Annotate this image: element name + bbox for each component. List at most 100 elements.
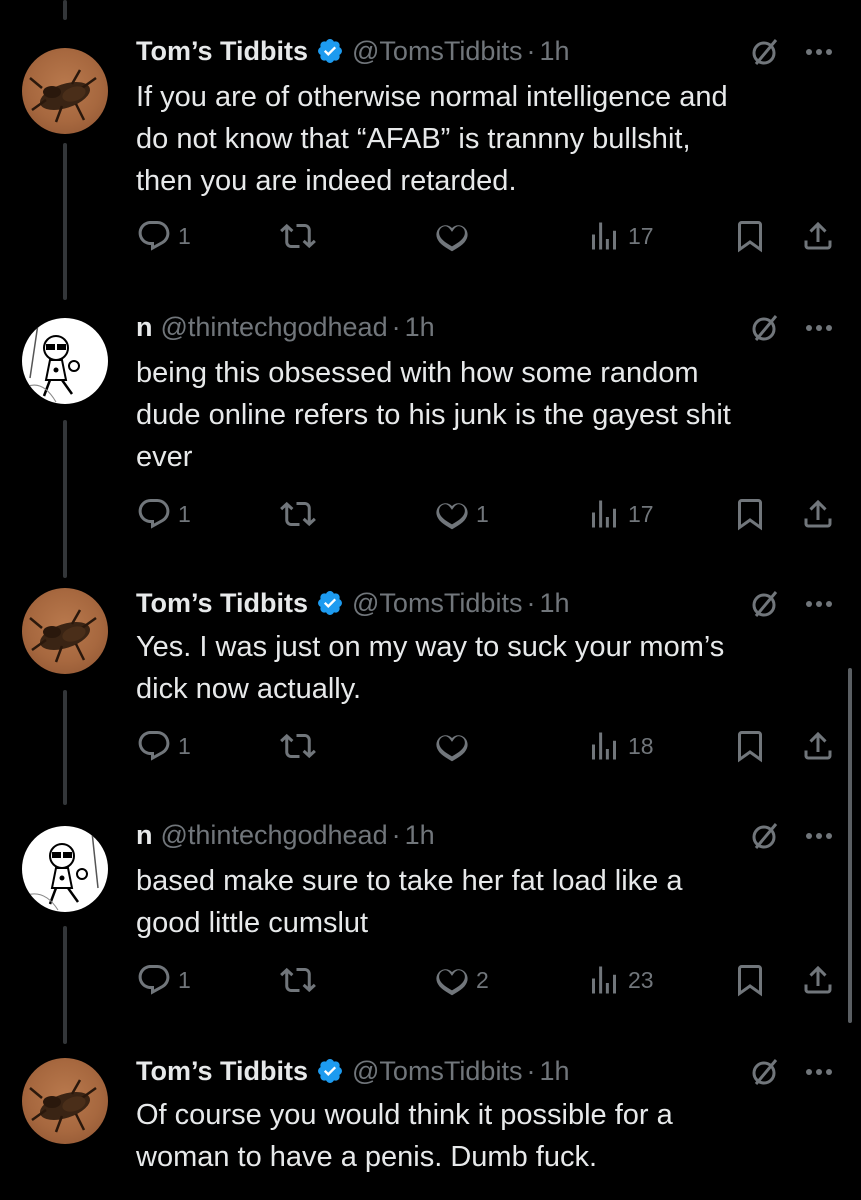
tweet[interactable]: n @thintechgodhead · 1h being this obses…	[0, 304, 861, 544]
reply-icon	[138, 731, 170, 761]
display-name[interactable]: Tom’s Tidbits	[136, 36, 308, 67]
bookmark-icon	[738, 221, 762, 253]
bookmark-button[interactable]	[732, 960, 768, 1000]
tweet[interactable]: Tom’s Tidbits @TomsTidbits · 1h Of cours…	[0, 1048, 861, 1200]
share-button[interactable]	[800, 216, 836, 256]
retweet-button[interactable]	[280, 960, 316, 1000]
retweet-button[interactable]	[280, 726, 316, 766]
grok-icon[interactable]	[748, 820, 780, 852]
reply-button[interactable]: 1	[136, 216, 191, 256]
more-dots-icon[interactable]	[800, 1056, 838, 1086]
reply-icon	[138, 499, 170, 529]
share-icon	[804, 221, 832, 250]
views-count: 23	[628, 966, 654, 993]
separator-dot: ·	[391, 311, 401, 342]
bookmark-icon	[738, 499, 762, 531]
like-button[interactable]	[434, 726, 470, 766]
handle[interactable]: @TomsTidbits	[352, 36, 522, 67]
verified-badge-icon[interactable]	[316, 37, 344, 65]
avatar[interactable]	[22, 1058, 108, 1144]
views-button[interactable]: 17	[586, 494, 654, 534]
bookmark-button[interactable]	[732, 494, 768, 534]
handle[interactable]: @thintechgodhead	[161, 820, 388, 851]
avatar[interactable]	[22, 48, 108, 134]
tweet-text-line: Yes. I was just on my way to suck your m…	[136, 631, 725, 663]
reply-count: 1	[178, 732, 191, 759]
share-button[interactable]	[800, 494, 836, 534]
handle[interactable]: @TomsTidbits	[352, 1056, 522, 1087]
bug-avatar-image	[29, 1079, 97, 1133]
share-button[interactable]	[800, 726, 836, 766]
tweet-text-line: based make sure to take her fat load lik…	[136, 865, 683, 897]
bookmark-button[interactable]	[732, 726, 768, 766]
like-icon	[436, 969, 468, 996]
display-name[interactable]: n	[136, 312, 153, 343]
reply-icon	[138, 221, 170, 251]
handle[interactable]: @thintechgodhead	[161, 312, 388, 343]
timestamp[interactable]: 1h	[539, 1056, 569, 1087]
action-bar: 1 2 23	[0, 960, 861, 1000]
tweet-text-line: Of course you would think it possible fo…	[136, 1099, 673, 1131]
views-button[interactable]: 18	[586, 726, 654, 766]
action-bar: 1 1 17	[0, 494, 861, 534]
grok-icon[interactable]	[748, 1056, 780, 1088]
tweet[interactable]: Tom’s Tidbits @TomsTidbits · 1h Yes. I w…	[0, 580, 861, 790]
tweet-text-line: woman to have a penis. Dumb fuck.	[136, 1141, 598, 1173]
timestamp[interactable]: 1h	[405, 312, 435, 343]
timestamp[interactable]: 1h	[405, 820, 435, 851]
retweet-button[interactable]	[280, 494, 316, 534]
avatar[interactable]	[22, 318, 108, 404]
like-count: 2	[476, 966, 489, 993]
display-name[interactable]: n	[136, 820, 153, 851]
more-dots-icon[interactable]	[800, 588, 838, 618]
tweet-text: being this obsessed with how some random…	[136, 352, 836, 478]
views-button[interactable]: 23	[586, 960, 654, 1000]
tweet-text-line: dick now actually.	[136, 673, 362, 705]
timestamp[interactable]: 1h	[539, 588, 569, 619]
separator-dot: ·	[391, 819, 401, 850]
grok-icon[interactable]	[748, 588, 780, 620]
tweet-text-line: do not know that “AFAB” is trannny bulls…	[136, 123, 691, 155]
avatar[interactable]	[22, 588, 108, 674]
more-dots-icon[interactable]	[800, 312, 838, 342]
cartoon-avatar-image	[23, 323, 80, 403]
like-icon	[436, 735, 468, 762]
tweet-text-line: If you are of otherwise normal intellige…	[136, 81, 728, 113]
like-icon	[436, 503, 468, 530]
bug-avatar-image	[29, 69, 97, 123]
action-bar: 1 18	[0, 726, 861, 766]
display-name[interactable]: Tom’s Tidbits	[136, 1056, 308, 1087]
thread-line	[63, 0, 67, 20]
reply-count: 1	[178, 966, 191, 993]
tweet-text-line: ever	[136, 441, 193, 473]
bookmark-button[interactable]	[732, 216, 768, 256]
tweet-text: Yes. I was just on my way to suck your m…	[136, 626, 836, 710]
retweet-button[interactable]	[280, 216, 316, 256]
bookmark-icon	[738, 965, 762, 997]
grok-icon[interactable]	[748, 36, 780, 68]
reply-button[interactable]: 1	[136, 960, 191, 1000]
handle[interactable]: @TomsTidbits	[352, 588, 522, 619]
like-button[interactable]: 2	[434, 960, 489, 1000]
tweet-text-line: then you are indeed retarded.	[136, 165, 517, 197]
avatar[interactable]	[22, 826, 108, 912]
reply-button[interactable]: 1	[136, 494, 191, 534]
like-button[interactable]: 1	[434, 494, 489, 534]
verified-badge-icon[interactable]	[316, 589, 344, 617]
verified-badge-icon[interactable]	[316, 1057, 344, 1085]
timestamp[interactable]: 1h	[539, 36, 569, 67]
tweet[interactable]: n @thintechgodhead · 1h based make sure …	[0, 812, 861, 1022]
retweet-icon	[280, 967, 316, 993]
more-dots-icon[interactable]	[800, 820, 838, 850]
grok-icon[interactable]	[748, 312, 780, 344]
retweet-icon	[280, 733, 316, 759]
share-button[interactable]	[800, 960, 836, 1000]
scrollbar[interactable]	[848, 668, 852, 1023]
like-button[interactable]	[434, 216, 470, 256]
display-name[interactable]: Tom’s Tidbits	[136, 588, 308, 619]
tweet-text-line: good little cumslut	[136, 907, 369, 939]
views-button[interactable]: 17	[586, 216, 654, 256]
more-dots-icon[interactable]	[800, 36, 838, 66]
reply-button[interactable]: 1	[136, 726, 191, 766]
tweet[interactable]: Tom’s Tidbits @TomsTidbits · 1h If you a…	[0, 28, 861, 268]
